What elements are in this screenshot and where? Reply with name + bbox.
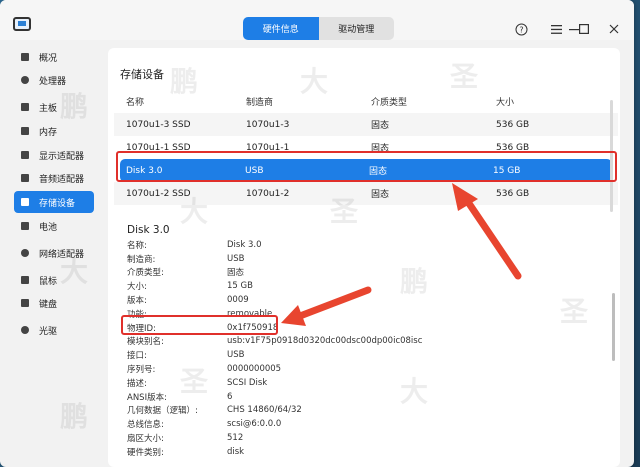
annotation-arrows: [281, 183, 522, 326]
app-window: 硬件信息 驱动管理 ? 概况 处理器 主板 内存 显示适配器 音频适配器 存储设…: [0, 0, 634, 467]
